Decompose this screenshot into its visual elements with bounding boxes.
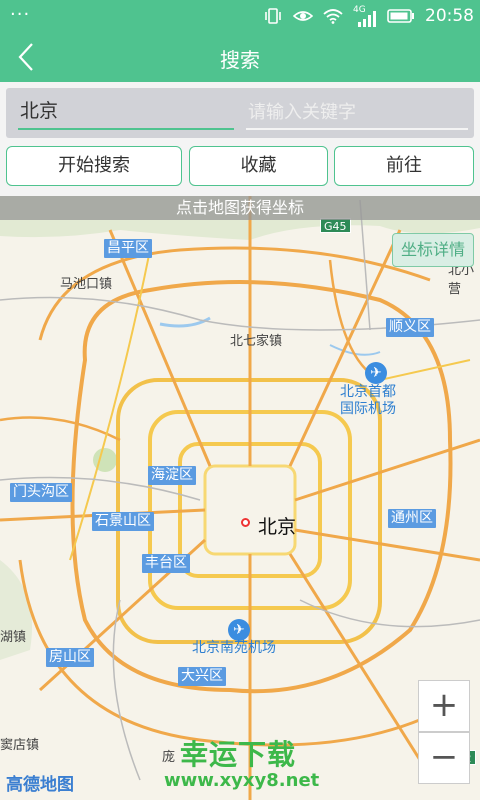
app-root: ··· 4G 20:58 搜索 北京 开始搜索 收藏 前往 <box>0 0 480 800</box>
town-label: 北七家镇 <box>230 334 283 349</box>
favorite-button[interactable]: 收藏 <box>189 146 328 186</box>
watermark-url: www.xyxy8.net <box>164 770 320 791</box>
district-label: 房山区 <box>46 648 94 667</box>
search-box: 北京 <box>6 88 474 138</box>
district-label: 通州区 <box>388 509 436 528</box>
poi-capital-airport-line1: 北京首都 <box>340 384 396 400</box>
status-bar: ··· 4G 20:58 <box>0 0 480 32</box>
amap-logo: 高德地图 <box>6 775 74 795</box>
zoom-out-button[interactable]: − <box>418 732 470 784</box>
district-label: 顺义区 <box>386 318 434 337</box>
keyword-input[interactable] <box>246 96 468 130</box>
town-label: 湖镇 <box>0 630 27 645</box>
highway-shield-g45: G45 <box>320 218 351 233</box>
district-label: 海淀区 <box>148 466 196 485</box>
airport-icon: ✈ <box>228 619 250 641</box>
vibrate-icon <box>265 8 281 24</box>
poi-capital-airport: 北京首都 国际机场 <box>340 384 396 418</box>
district-label: 门头沟区 <box>10 483 72 502</box>
district-label: 丰台区 <box>142 554 190 573</box>
watermark-title: 幸运下载 <box>180 738 297 771</box>
status-icons: 4G 20:58 <box>263 0 474 32</box>
town-label: 庞 <box>162 750 176 765</box>
page-title: 搜索 <box>220 48 260 72</box>
eye-icon <box>293 11 313 21</box>
battery-icon <box>387 9 414 23</box>
map-view[interactable]: G45 G2 昌平区 顺义区 海淀区 门头沟区 石景山区 通州区 丰台区 房山区… <box>0 196 480 800</box>
airport-icon: ✈ <box>365 362 387 384</box>
start-search-button[interactable]: 开始搜索 <box>6 146 182 186</box>
notification-dots: ··· <box>10 4 31 25</box>
go-button[interactable]: 前往 <box>334 146 474 186</box>
district-label: 大兴区 <box>178 667 226 686</box>
zoom-in-button[interactable]: + <box>418 680 470 732</box>
header: 搜索 <box>0 32 480 82</box>
poi-capital-airport-line2: 国际机场 <box>340 401 396 417</box>
poi-nanyuan-airport: 北京南苑机场 <box>192 640 276 656</box>
town-label: 窦店镇 <box>0 738 40 753</box>
signal-icon <box>358 11 376 27</box>
district-label: 石景山区 <box>92 512 154 531</box>
city-center-label: 北京 <box>258 516 297 538</box>
search-panel: 北京 开始搜索 收藏 前往 <box>0 82 480 196</box>
city-center-marker <box>241 518 250 527</box>
map-hint-bar: 点击地图获得坐标 <box>0 196 480 220</box>
status-time: 20:58 <box>425 6 474 26</box>
district-label: 昌平区 <box>104 239 152 258</box>
wifi-icon <box>323 9 343 24</box>
signal-indicator: 4G <box>353 5 377 27</box>
coordinate-detail-button[interactable]: 坐标详情 <box>392 233 474 267</box>
city-input[interactable]: 北京 <box>18 96 234 130</box>
town-label: 马池口镇 <box>60 277 113 292</box>
